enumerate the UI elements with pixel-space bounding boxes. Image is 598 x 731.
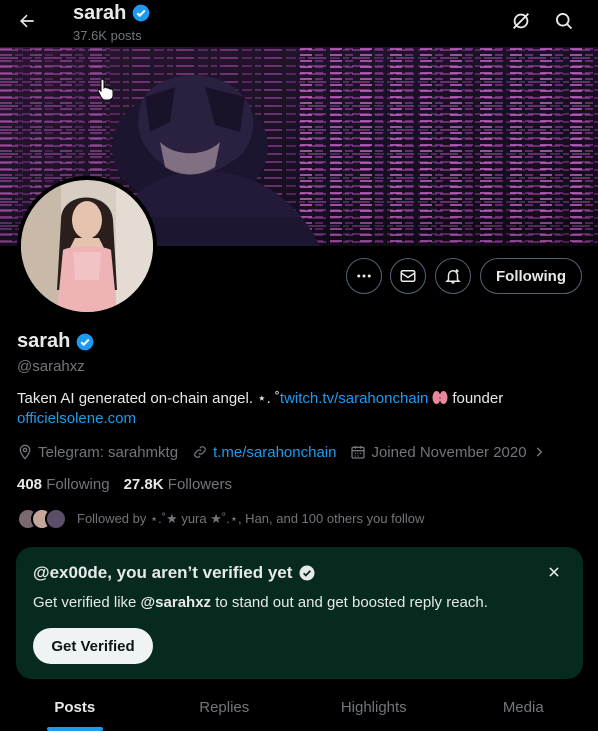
profile-tabs: Posts Replies Highlights Media <box>0 684 598 731</box>
following-button[interactable]: Following <box>480 258 582 294</box>
followed-by[interactable]: Followed by ⋆.˚★ yura ★˚.⋆, Han, and 100… <box>17 508 424 530</box>
verify-card: @ex00de, you aren’t verified yet Get ver… <box>16 547 583 679</box>
link-icon <box>194 446 206 458</box>
meta-website[interactable]: t.me/sarahonchain <box>192 444 336 461</box>
followers-stat[interactable]: 27.8K Followers <box>124 476 232 493</box>
bio-text-founder: founder <box>452 390 504 407</box>
following-count: 408 <box>17 476 43 493</box>
close-icon <box>549 567 559 577</box>
get-verified-button[interactable]: Get Verified <box>33 628 153 664</box>
profile-handle: @sarahxz <box>17 358 85 375</box>
more-button[interactable] <box>346 258 382 294</box>
following-stat[interactable]: 408 Following <box>17 476 110 493</box>
follow-stats: 408 Following 27.8K Followers <box>17 476 232 493</box>
avatar-image <box>21 180 153 312</box>
search-icon <box>556 13 573 30</box>
verify-card-title: @ex00de, you aren’t verified yet <box>33 563 316 583</box>
top-bar: sarah 37.6K posts <box>0 0 598 47</box>
location-pin-icon <box>19 444 31 460</box>
header-posts-count: 37.6K posts <box>73 28 142 43</box>
followed-by-avatars <box>17 508 67 530</box>
notifications-button[interactable] <box>435 258 471 294</box>
more-icon <box>357 274 371 278</box>
verify-card-text-prefix: Get verified like <box>33 594 137 611</box>
tab-replies[interactable]: Replies <box>150 684 300 731</box>
verify-card-text-handle: @sarahxz <box>140 594 212 611</box>
followers-label: Followers <box>167 476 232 493</box>
close-button[interactable] <box>545 563 563 581</box>
bio-link-website[interactable]: officielsolene.com <box>17 410 136 427</box>
kidney-emoji-icon <box>432 391 448 404</box>
followers-count: 27.8K <box>123 476 164 493</box>
grok-button[interactable] <box>509 9 533 33</box>
tab-posts[interactable]: Posts <box>0 684 150 731</box>
following-label: Following <box>46 476 110 493</box>
meta-location: Telegram: sarahmktg <box>17 444 178 461</box>
meta-joined-text: Joined November 2020 <box>371 443 527 461</box>
calendar-icon <box>351 446 366 459</box>
bell-plus-icon <box>445 269 461 284</box>
back-button[interactable] <box>12 6 42 36</box>
profile-name-row: sarah <box>17 330 95 353</box>
chevron-right-icon[interactable] <box>532 445 546 459</box>
bio-link-twitch[interactable]: twitch.tv/sarahonchain <box>280 390 428 407</box>
header-title: sarah 37.6K posts <box>73 1 151 43</box>
hand-cursor-icon <box>97 78 113 100</box>
verify-card-text: Get verified like @sarahxz to stand out … <box>33 594 488 611</box>
profile-page: sarah 37.6K posts Following sarah @sarah… <box>0 0 598 731</box>
meta-location-text: Telegram: sarahmktg <box>38 443 179 461</box>
profile-meta: Telegram: sarahmktg t.me/sarahonchain Jo… <box>17 441 560 463</box>
tab-highlights[interactable]: Highlights <box>299 684 449 731</box>
verified-badge-icon <box>133 4 150 22</box>
verified-badge-icon[interactable] <box>75 332 95 352</box>
followed-by-text: Followed by ⋆.˚★ yura ★˚.⋆, Han, and 100… <box>77 511 425 526</box>
envelope-icon <box>400 270 416 282</box>
tab-media[interactable]: Media <box>449 684 598 731</box>
bio-text: Taken AI generated on-chain angel. ⋆. ˚ <box>17 390 280 407</box>
verified-check-icon <box>299 565 315 581</box>
meta-website-link[interactable]: t.me/sarahonchain <box>213 444 336 461</box>
message-button[interactable] <box>390 258 426 294</box>
grok-icon <box>513 13 529 29</box>
profile-avatar[interactable] <box>17 176 157 316</box>
meta-joined: Joined November 2020 <box>350 444 545 461</box>
verify-card-title-text: @ex00de, you aren’t verified yet <box>33 563 293 582</box>
header-name: sarah <box>73 2 127 24</box>
verify-card-text-suffix: to stand out and get boosted reply reach… <box>215 594 488 611</box>
arrow-left-icon <box>20 14 34 28</box>
profile-bio: Taken AI generated on-chain angel. ⋆. ˚t… <box>17 389 577 429</box>
search-button[interactable] <box>552 9 576 33</box>
avatar <box>45 508 67 530</box>
profile-name: sarah <box>17 330 71 352</box>
